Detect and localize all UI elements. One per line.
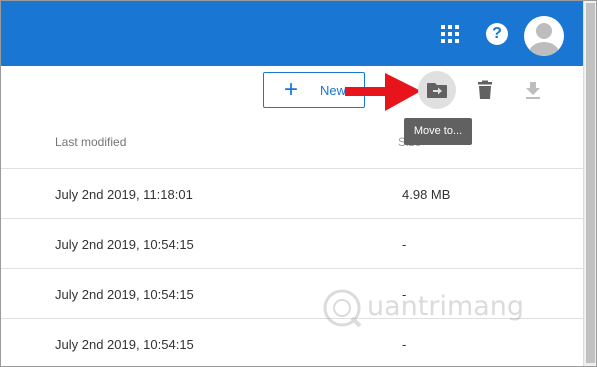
avatar[interactable] <box>524 16 564 56</box>
plus-icon: + <box>284 76 299 103</box>
app-window: ? + New Last modified Move to... July 2n… <box>0 0 597 367</box>
table-row[interactable]: July 2nd 2019, 11:18:01 4.98 MB <box>1 168 583 218</box>
download-icon <box>526 82 540 99</box>
scrollbar-thumb[interactable] <box>586 3 595 363</box>
column-header-last-modified[interactable]: Last modified <box>55 135 126 149</box>
apps-grid-icon[interactable] <box>441 25 459 43</box>
move-to-button[interactable] <box>418 71 456 109</box>
watermark-text: uantrimang <box>367 291 525 322</box>
row-last-modified: July 2nd 2019, 10:54:15 <box>55 237 194 252</box>
trash-icon <box>478 80 492 99</box>
row-last-modified: July 2nd 2019, 10:54:15 <box>55 287 194 302</box>
annotation-arrow-icon <box>345 73 421 111</box>
move-to-tooltip: Move to... <box>404 118 472 145</box>
row-last-modified: July 2nd 2019, 11:18:01 <box>55 187 193 202</box>
top-app-bar: ? <box>1 1 583 66</box>
watermark: uantrimang <box>319 283 533 333</box>
help-icon[interactable]: ? <box>486 23 508 45</box>
row-size: - <box>402 337 407 352</box>
row-size: 4.98 MB <box>402 187 451 202</box>
vertical-scrollbar[interactable] <box>583 1 596 366</box>
account-avatar-icon <box>529 23 559 56</box>
row-size: - <box>402 237 407 252</box>
delete-button[interactable] <box>474 79 496 101</box>
table-row[interactable]: July 2nd 2019, 10:54:15 - <box>1 218 583 268</box>
row-last-modified: July 2nd 2019, 10:54:15 <box>55 337 194 352</box>
watermark-logo-icon <box>323 289 362 328</box>
move-to-folder-icon <box>427 83 447 98</box>
download-button[interactable] <box>522 79 544 101</box>
